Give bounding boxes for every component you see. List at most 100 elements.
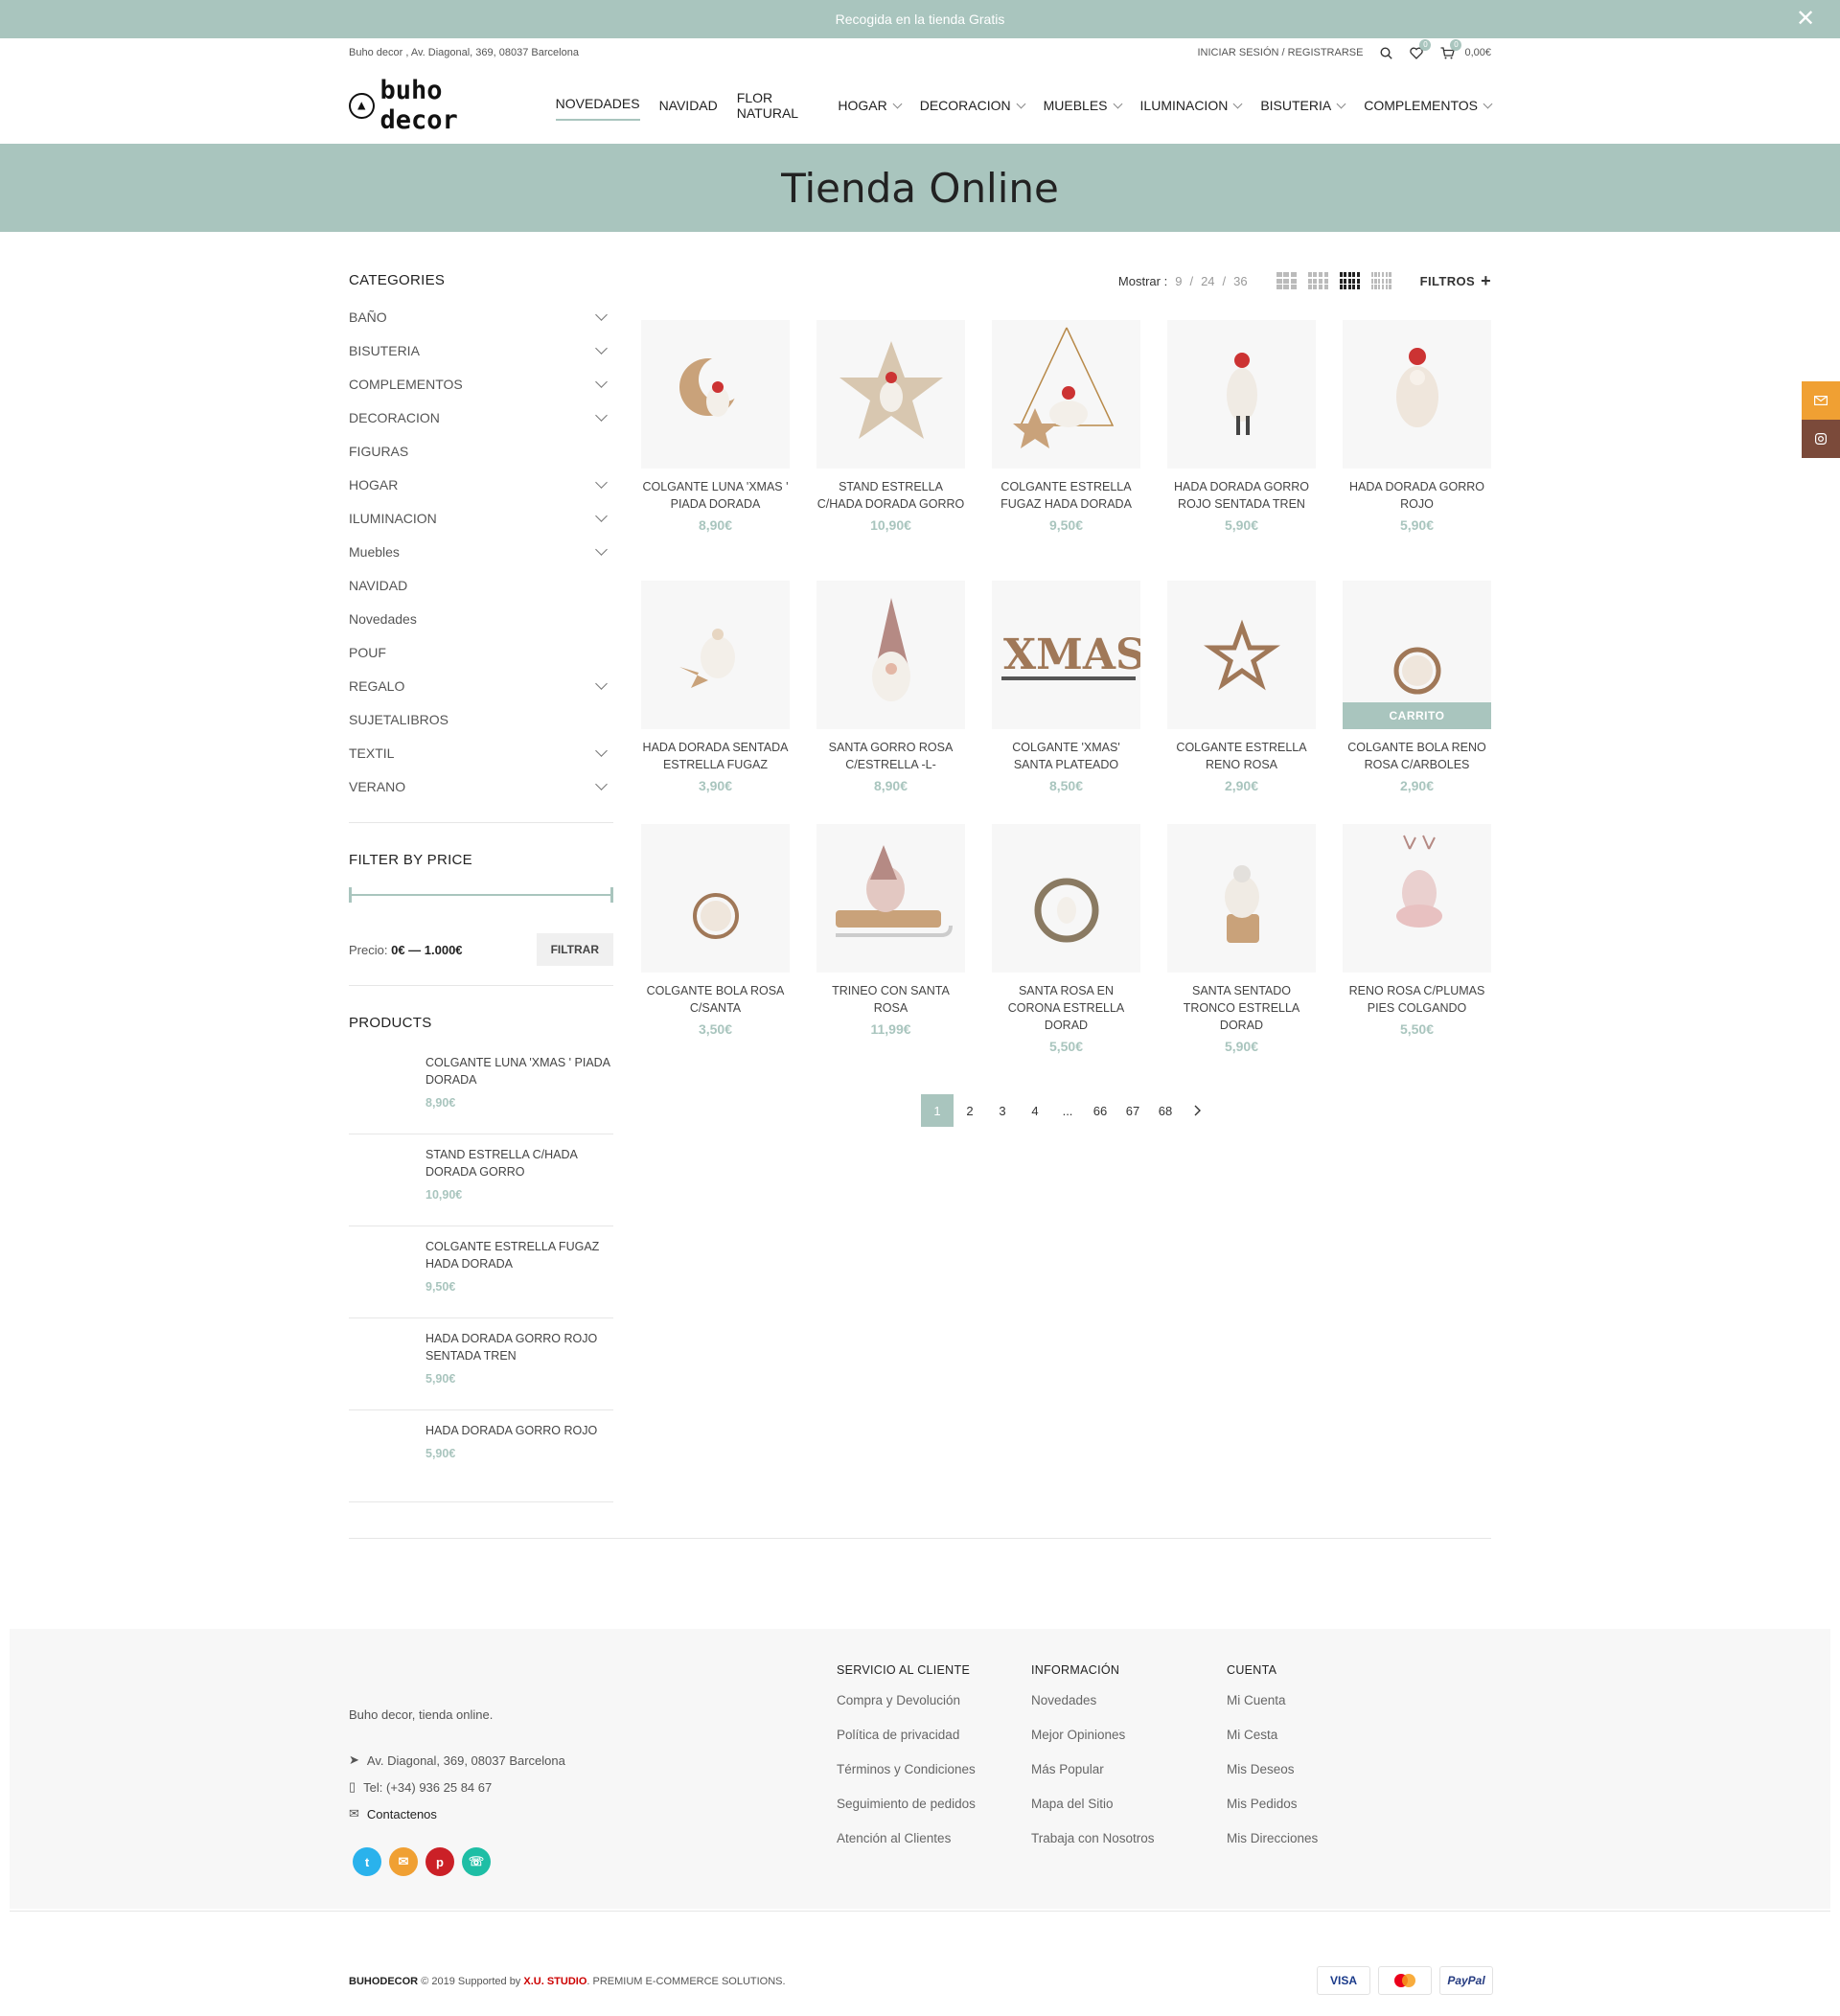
footer-link[interactable]: Política de privacidad [837,1728,976,1762]
product-image[interactable] [816,320,965,469]
product-card[interactable]: XMAS COLGANTE 'XMAS' SANTA PLATEADO 8,50€ [992,581,1140,793]
footer-link[interactable]: Mis Direcciones [1227,1831,1318,1866]
nav-bisuteria[interactable]: BISUTERIA [1260,90,1346,121]
grid-4-icon[interactable] [1307,272,1328,289]
page-link[interactable]: 67 [1116,1094,1149,1127]
page-link[interactable]: 1 [921,1094,954,1127]
product-thumbnail[interactable] [349,1054,412,1117]
float-instagram-button[interactable] [1802,420,1840,458]
grid-5-icon[interactable] [1339,272,1360,289]
product-card[interactable]: COLGANTE LUNA 'XMAS ' PIADA DORADA 8,90€ [641,320,790,533]
product-thumbnail[interactable] [349,1146,412,1209]
product-thumbnail[interactable] [349,1330,412,1393]
footer-link[interactable]: Novedades [1031,1693,1155,1728]
nav-iluminacion[interactable]: ILUMINACION [1140,90,1243,121]
product-name[interactable]: TRINEO CON SANTA ROSA [816,982,965,1017]
per-page-option[interactable]: 36 [1233,274,1247,288]
footer-link[interactable]: Más Popular [1031,1762,1155,1797]
product-image[interactable] [1167,824,1316,973]
sidebar-product-name[interactable]: COLGANTE LUNA 'XMAS ' PIADA DORADA [426,1054,613,1088]
product-card[interactable]: TRINEO CON SANTA ROSA 11,99€ [816,824,965,1037]
page-link[interactable]: 2 [954,1094,986,1127]
sidebar-product[interactable]: COLGANTE LUNA 'XMAS ' PIADA DORADA 8,90€ [349,1042,613,1134]
chevron-down-icon[interactable] [595,475,608,489]
filter-button[interactable]: FILTRAR [536,933,613,966]
product-card[interactable]: RENO ROSA C/PLUMAS PIES COLGANDO 5,50€ [1343,824,1491,1037]
per-page-option[interactable]: 9 [1175,274,1182,288]
product-card[interactable]: COLGANTE ESTRELLA FUGAZ HADA DORADA 9,50€ [992,320,1140,533]
category-item[interactable]: BISUTERIA [349,333,613,367]
nav-navidad[interactable]: NAVIDAD [659,90,718,121]
product-image[interactable] [641,320,790,469]
category-item[interactable]: Muebles [349,535,613,568]
footer-link[interactable]: Compra y Devolución [837,1693,976,1728]
product-name[interactable]: COLGANTE BOLA RENO ROSA C/ARBOLES [1343,739,1491,773]
product-card[interactable]: SANTA ROSA EN CORONA ESTRELLA DORAD 5,50€ [992,824,1140,1054]
add-to-cart-button[interactable]: CARRITO [1343,702,1491,729]
chevron-down-icon[interactable] [595,676,608,690]
category-item[interactable]: FIGURAS [349,434,613,468]
grid-3-icon[interactable] [1276,272,1297,289]
close-icon[interactable]: ✕ [1794,8,1817,31]
product-name[interactable]: RENO ROSA C/PLUMAS PIES COLGANDO [1343,982,1491,1017]
twitter-icon[interactable]: t [353,1847,381,1876]
category-item[interactable]: SUJETALIBROS [349,702,613,736]
footer-link[interactable]: Trabaja con Nosotros [1031,1831,1155,1866]
price-slider-min-handle[interactable] [349,887,352,903]
sidebar-product-name[interactable]: HADA DORADA GORRO ROJO SENTADA TREN [426,1330,613,1364]
email-share-icon[interactable]: ✉ [389,1847,418,1876]
product-name[interactable]: SANTA SENTADO TRONCO ESTRELLA DORAD [1167,982,1316,1034]
category-item[interactable]: BAÑO [349,300,613,333]
footer-link[interactable]: Términos y Condiciones [837,1762,976,1797]
chevron-down-icon[interactable] [595,375,608,388]
sidebar-product-name[interactable]: HADA DORADA GORRO ROJO [426,1422,613,1439]
footer-link[interactable]: Seguimiento de pedidos [837,1797,976,1831]
product-name[interactable]: COLGANTE BOLA ROSA C/SANTA [641,982,790,1017]
category-item[interactable]: POUF [349,635,613,669]
product-card[interactable]: HADA DORADA SENTADA ESTRELLA FUGAZ 3,90€ [641,581,790,793]
page-link[interactable]: 3 [986,1094,1019,1127]
product-image[interactable] [816,824,965,973]
grid-6-icon[interactable] [1370,272,1392,289]
footer-link[interactable]: Mi Cuenta [1227,1693,1318,1728]
wishlist-icon[interactable]: 0 [1410,38,1432,59]
product-image[interactable] [992,320,1140,469]
product-thumbnail[interactable] [349,1238,412,1301]
product-card[interactable]: STAND ESTRELLA C/HADA DORADA GORRO 10,90€ [816,320,965,533]
cart-icon[interactable]: 0 0,00€ [1440,38,1491,59]
nav-decoracion[interactable]: DECORACION [920,90,1026,121]
product-image[interactable] [1167,320,1316,469]
sidebar-product[interactable]: HADA DORADA GORRO ROJO SENTADA TREN 5,90€ [349,1318,613,1410]
sidebar-product[interactable]: COLGANTE ESTRELLA FUGAZ HADA DORADA 9,50€ [349,1226,613,1318]
product-name[interactable]: SANTA GORRO ROSA C/ESTRELLA -L- [816,739,965,773]
chevron-down-icon[interactable] [595,542,608,556]
product-image[interactable] [1343,824,1491,973]
next-page-icon[interactable] [1182,1094,1214,1127]
category-item[interactable]: NAVIDAD [349,568,613,602]
whatsapp-icon[interactable]: ☏ [462,1847,491,1876]
product-image[interactable] [1343,320,1491,469]
logo[interactable]: ▲ buho decor [349,76,533,135]
nav-muebles[interactable]: MUEBLES [1044,90,1122,121]
chevron-down-icon[interactable] [595,408,608,422]
footer-link[interactable]: Atención al Clientes [837,1831,976,1866]
chevron-down-icon[interactable] [595,509,608,522]
per-page-option[interactable]: 24 [1201,274,1214,288]
category-item[interactable]: DECORACION [349,401,613,434]
product-name[interactable]: STAND ESTRELLA C/HADA DORADA GORRO [816,478,965,513]
category-item[interactable]: TEXTIL [349,736,613,769]
chevron-down-icon[interactable] [595,777,608,790]
product-card[interactable]: SANTA GORRO ROSA C/ESTRELLA -L- 8,90€ [816,581,965,793]
category-item[interactable]: HOGAR [349,468,613,501]
page-link[interactable]: 66 [1084,1094,1116,1127]
product-thumbnail[interactable] [349,1422,412,1485]
nav-novedades[interactable]: NOVEDADES [555,90,640,121]
nav-flor-natural[interactable]: FLOR NATURAL [737,90,819,121]
studio-link[interactable]: X.U. STUDIO [523,1976,586,1987]
page-link[interactable]: 4 [1019,1094,1051,1127]
product-name[interactable]: HADA DORADA GORRO ROJO [1343,478,1491,513]
pinterest-icon[interactable]: p [426,1847,454,1876]
nav-complementos[interactable]: COMPLEMENTOS [1364,90,1493,121]
product-card[interactable]: HADA DORADA GORRO ROJO 5,90€ [1343,320,1491,533]
product-card[interactable]: CARRITO COLGANTE BOLA RENO ROSA C/ARBOLES… [1343,581,1491,793]
